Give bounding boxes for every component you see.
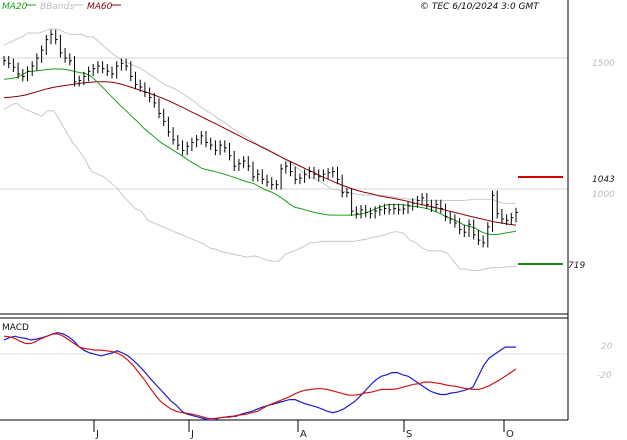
macd-line: [3, 331, 516, 421]
x-tick-label: J: [95, 429, 99, 440]
ma20-series: [3, 68, 517, 236]
legend-ma60-label: MA60: [87, 2, 113, 12]
x-axis-ticks: JJASO: [93, 420, 514, 440]
signal-series: [3, 333, 517, 420]
x-tick-label: A: [300, 429, 307, 440]
bband-upper-line: [3, 28, 517, 205]
copyright-text: © TEC 6/10/2024 3:0 GMT: [420, 2, 540, 12]
x-tick-label: O: [506, 429, 514, 440]
x-tick-label: S: [406, 429, 412, 440]
y-tick-1000: 1000: [592, 190, 615, 200]
support-label: 719: [568, 261, 585, 271]
x-tick-label: J: [190, 429, 194, 440]
macd-y-tick-minus-20: -20: [597, 371, 612, 381]
resistance-label: 1043: [592, 175, 615, 185]
macd-y-tick-20: 20: [601, 342, 613, 352]
macd-series: [3, 331, 516, 421]
legend-bbands-label: BBands: [40, 2, 74, 12]
y-tick-1500: 1500: [592, 59, 615, 69]
legend: MA20 BBands MA60: [2, 2, 121, 12]
signal-line: [3, 333, 517, 420]
bbands-series: [3, 28, 517, 271]
ma20-line: [3, 68, 517, 236]
stock-chart: 1043 719 1500 1000 20 -20 MA20 BBands MA…: [0, 0, 615, 440]
price-bars: [3, 29, 518, 248]
macd-panel-label: MACD: [2, 323, 29, 333]
legend-ma20-label: MA20: [2, 2, 28, 12]
